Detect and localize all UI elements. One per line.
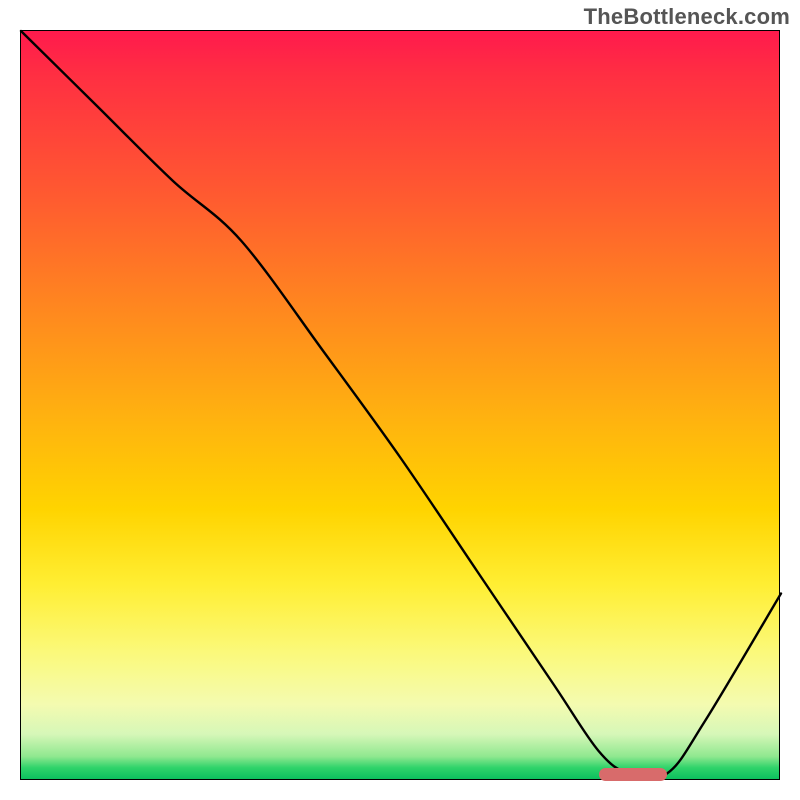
optimal-range-capsule [599, 768, 667, 781]
watermark-text: TheBottleneck.com [584, 4, 790, 30]
bottleneck-curve [21, 31, 781, 781]
chart-stage: TheBottleneck.com [0, 0, 800, 800]
plot-area [20, 30, 780, 780]
